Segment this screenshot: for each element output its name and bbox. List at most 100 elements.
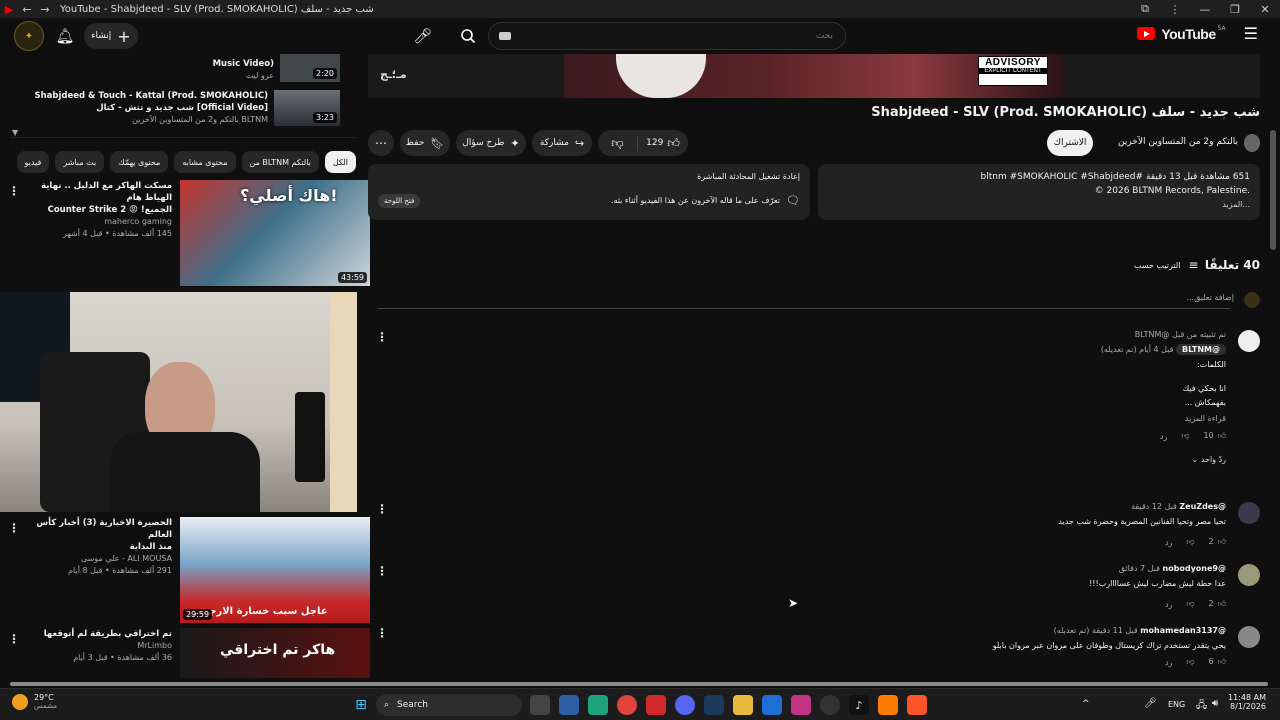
search-input[interactable] [489, 23, 845, 49]
volume-icon[interactable]: 🔊︎ [1212, 698, 1218, 709]
rec-thumbnail[interactable]: هاكر تم اختراقي [180, 628, 370, 678]
comment-dislike-icon[interactable]: 👎︎ [1181, 431, 1189, 441]
comment-avatar[interactable] [1238, 330, 1260, 352]
reply-button[interactable]: رد [1160, 432, 1167, 441]
comment-author[interactable]: @ZeuZdes [1179, 502, 1226, 511]
playlist-item[interactable]: Shabjdeed & Touch - Kattal (Prod. SMOKAH… [0, 90, 340, 126]
keyboard-icon[interactable] [499, 32, 511, 40]
comment-avatar[interactable] [1238, 502, 1260, 524]
instagram-icon[interactable] [791, 695, 811, 715]
comment-like-button[interactable]: 👍︎ 6 [1209, 657, 1226, 667]
menu-icon[interactable]: ⋮ [1160, 0, 1190, 18]
comment-menu-icon[interactable]: ⋮ [376, 502, 388, 516]
like-button[interactable]: 129 👍︎ [638, 136, 688, 151]
rec-thumbnail[interactable]: عاجل سبب خسارة الارجنتين 29:59 [180, 517, 370, 623]
language-indicator[interactable]: ENG [1168, 700, 1185, 709]
horizontal-scrollbar[interactable] [0, 680, 1280, 688]
forward-icon[interactable]: → [36, 0, 54, 18]
minimize-button[interactable]: — [1190, 0, 1220, 18]
comment-dislike-icon[interactable]: 👎︎ [1186, 599, 1194, 609]
video-player[interactable]: ADVISORY EXPLICIT CONTENT مـ؛ـج [368, 54, 1260, 98]
sort-button[interactable]: الترتيب حسب ≡ [1134, 258, 1199, 272]
add-comment-input[interactable]: إضافة تعليق... [1186, 293, 1234, 302]
chip-from-channel[interactable]: من BLTNM بالتكم [241, 151, 319, 173]
recommendation-item[interactable]: ⋮ مسكت الهاكر مع الدليل .. نهاية الهياط … [8, 180, 370, 286]
reply-button[interactable]: رد [1165, 538, 1172, 547]
chip-all[interactable]: الكل [324, 151, 356, 173]
chevron-down-icon[interactable]: ⌄ [1192, 455, 1199, 464]
more-options-icon[interactable]: ⋮ [8, 184, 20, 286]
soundcloud-icon[interactable] [878, 695, 898, 715]
chrome-icon[interactable] [617, 695, 637, 715]
comment-menu-icon[interactable]: ⋮ [376, 564, 388, 578]
more-options-icon[interactable]: ⋮ [8, 632, 20, 678]
create-button[interactable]: إنشاء + [84, 23, 138, 49]
task-view-icon[interactable] [530, 695, 550, 715]
brave-icon[interactable] [907, 695, 927, 715]
app-icon[interactable] [588, 695, 608, 715]
playlist-item[interactable]: (Music Video عرو ليت 2:20 [34, 54, 340, 82]
comment-menu-icon[interactable]: ⋮ [376, 626, 388, 640]
rec-thumbnail[interactable]: هاك أصلي؟! 43:59 [180, 180, 370, 286]
avatar[interactable]: ✦ [14, 21, 44, 51]
youtube-logo[interactable]: YouTube SA ☰ [1137, 24, 1258, 43]
ask-button[interactable]: طرح سؤال ✦ [456, 130, 526, 156]
chip-for-you[interactable]: محتوى يهمّك [110, 151, 169, 173]
search-box[interactable] [488, 22, 846, 50]
channel-avatar[interactable] [1244, 134, 1260, 152]
store-icon[interactable] [559, 695, 579, 715]
reply-button[interactable]: رد [1165, 658, 1172, 667]
weather-widget[interactable]: 29°C مشمس [12, 693, 57, 710]
comment-like-button[interactable]: 👍︎ 2 [1209, 537, 1226, 547]
reply-button[interactable]: رد [1165, 600, 1172, 609]
steam-icon[interactable] [704, 695, 724, 715]
playlist-thumbnail[interactable]: 3:23 [274, 90, 340, 126]
search-icon[interactable] [453, 21, 483, 51]
recommendation-item[interactable]: ⋮ الحصيرة الاخبارية (3) أخبار كأس العالم… [8, 517, 370, 623]
playlist-thumbnail[interactable]: 2:20 [280, 54, 340, 82]
app-icon[interactable] [762, 695, 782, 715]
close-button[interactable]: ✕ [1250, 0, 1280, 18]
comment-avatar[interactable] [1238, 564, 1260, 586]
taskbar-search[interactable]: ⌕ Search [376, 694, 522, 716]
comment-dislike-icon[interactable]: 👎︎ [1186, 657, 1194, 667]
subscribe-button[interactable]: الاشتراك [1047, 130, 1093, 156]
comment-dislike-icon[interactable]: 👎︎ [1186, 537, 1194, 547]
scroll-down-icon[interactable]: ▼ [12, 128, 18, 137]
mic-icon[interactable]: 🎤︎ [1144, 698, 1157, 709]
hamburger-menu-icon[interactable]: ☰ [1244, 24, 1258, 43]
read-more-link[interactable]: قراءة المزيد [446, 414, 1226, 423]
extensions-icon[interactable]: ⧉ [1130, 0, 1160, 18]
network-icon[interactable]: 🖧︎ [1196, 698, 1207, 715]
description-box[interactable]: 651 مشاهدة قبل 13 دقيقة #bltnm #SMOKAHOL… [818, 164, 1260, 220]
open-panel-button[interactable]: فتح اللوحة [378, 194, 421, 208]
vertical-scrollbar[interactable] [1270, 130, 1276, 250]
tiktok-icon[interactable]: ♪ [849, 695, 869, 715]
folder-icon[interactable] [733, 695, 753, 715]
more-options-icon[interactable]: ⋮ [8, 521, 20, 623]
voice-search-icon[interactable]: 🎤︎ [408, 21, 438, 51]
chip-similar[interactable]: محتوى مشابه [174, 151, 236, 173]
comment-menu-icon[interactable]: ⋮ [376, 330, 388, 344]
comment-author[interactable]: @nobodyone9 [1162, 564, 1226, 573]
discord-icon[interactable] [675, 695, 695, 715]
dislike-icon[interactable]: 👎︎ [598, 135, 638, 151]
maximize-button[interactable]: ❐ [1220, 0, 1250, 18]
save-button[interactable]: حفظ 🔖︎ [400, 130, 450, 156]
replies-toggle[interactable]: ردّ واحد [1201, 455, 1226, 464]
more-actions-icon[interactable]: ⋯ [368, 130, 394, 156]
obs-icon[interactable] [820, 695, 840, 715]
comment-like-button[interactable]: 👍︎ 2 [1209, 599, 1226, 609]
channel-name[interactable]: بالتكم و2 من المتساوين الآخرين [1118, 137, 1238, 147]
notifications-icon[interactable]: 🔔︎ [50, 21, 80, 51]
comment-author[interactable]: @mohamedan3137 [1140, 626, 1226, 635]
recommendation-item[interactable]: ⋮ تم اختراقي بطريقة لم أتوقعها MrLimbo 3… [8, 628, 370, 678]
share-button[interactable]: مشاركة ↪ [532, 130, 592, 156]
chip-video[interactable]: فيديو [16, 151, 50, 173]
tray-chevron-icon[interactable]: ^ [1082, 699, 1090, 709]
clock[interactable]: 11:48 AM 8/1/2026 [1228, 693, 1266, 711]
comment-like-button[interactable]: 👍︎ 10 [1203, 431, 1226, 441]
back-icon[interactable]: ← [18, 0, 36, 18]
chip-live[interactable]: بث مباشر [55, 151, 105, 173]
comment-author[interactable]: @BLTNM [1176, 344, 1226, 355]
